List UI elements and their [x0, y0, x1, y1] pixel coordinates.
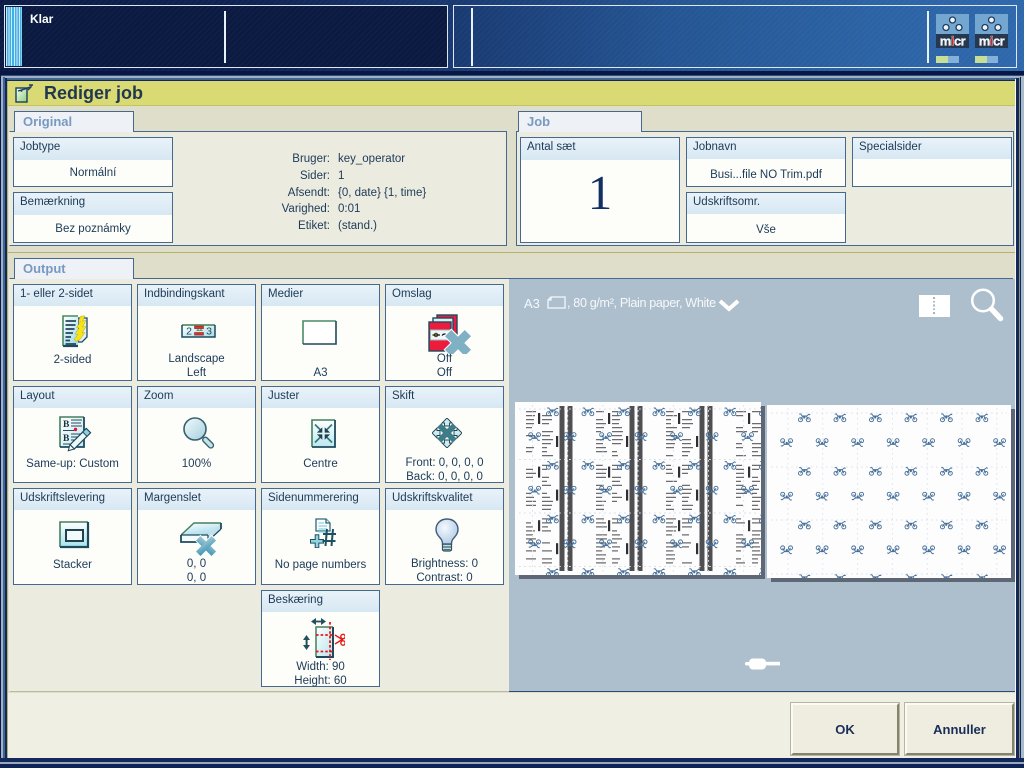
svg-text:3: 3 [206, 326, 212, 338]
svg-text:micr: micr [979, 34, 1005, 49]
svg-text:B: B [63, 420, 70, 430]
svg-text:2: 2 [186, 326, 192, 338]
svg-text:B: B [63, 434, 70, 444]
svg-text:micr: micr [940, 34, 966, 49]
